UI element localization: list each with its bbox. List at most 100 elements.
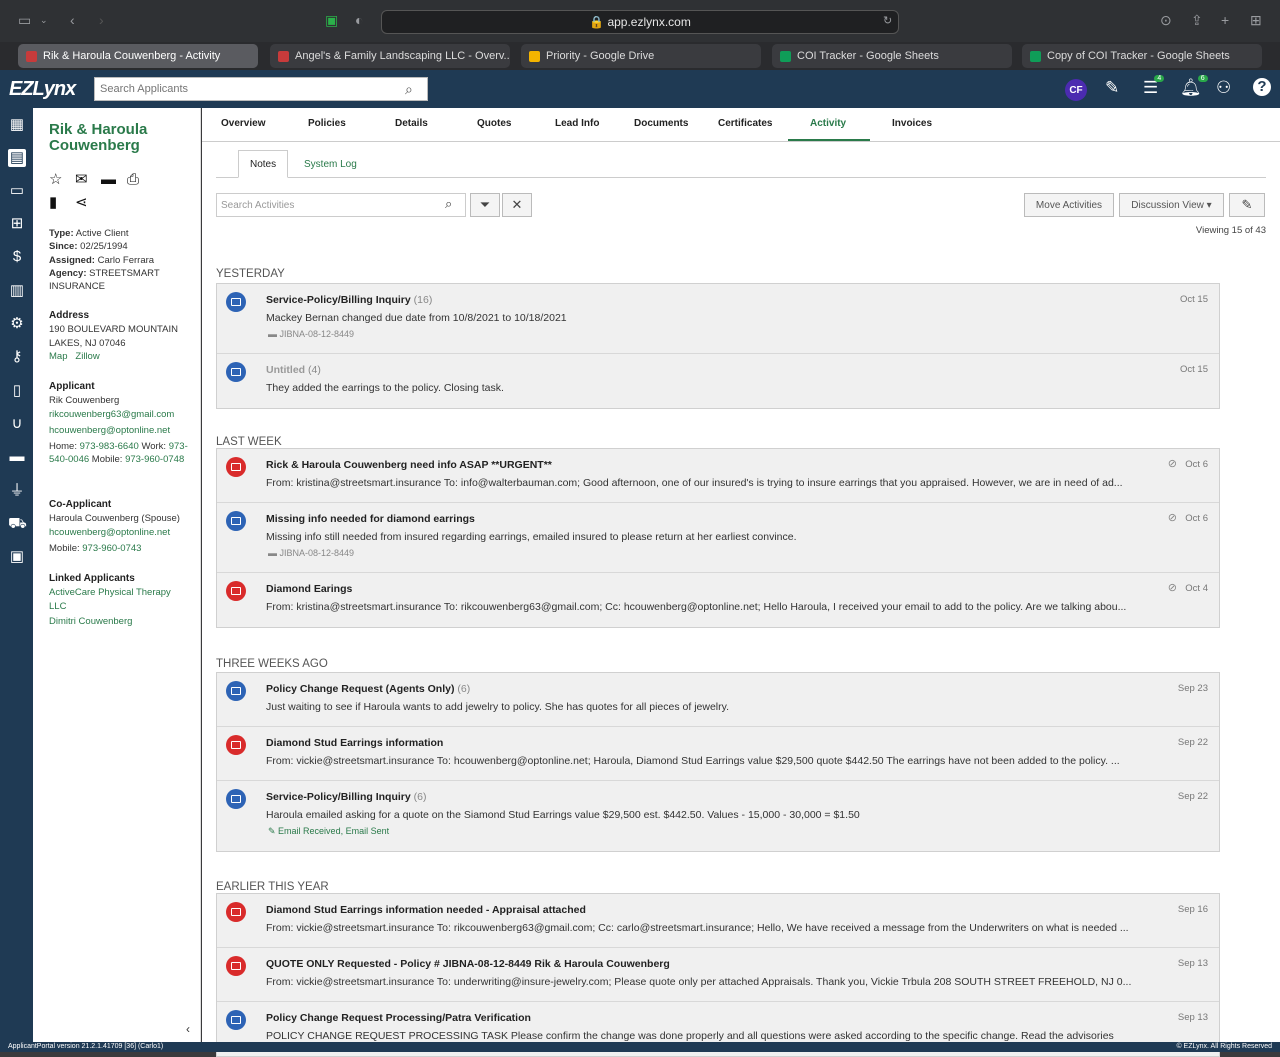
zillow-link[interactable]: Zillow <box>75 351 99 362</box>
logo[interactable]: EZLynx <box>9 78 76 101</box>
home-phone-link[interactable]: 973-983-6640 <box>80 441 139 452</box>
filter-button[interactable]: ⏷ <box>470 193 500 217</box>
activity-item[interactable]: Rick & Haroula Couwenberg need info ASAP… <box>217 449 1219 503</box>
browser-tab-coi-copy[interactable]: Copy of COI Tracker - Google Sheets <box>1022 44 1262 68</box>
tab-quotes[interactable]: Quotes <box>477 118 511 129</box>
activity-title[interactable]: Service-Policy/Billing Inquiry (6) <box>266 791 426 803</box>
help-icon[interactable]: ? <box>1253 78 1271 96</box>
activity-tag[interactable]: ✎ Email Received, Email Sent <box>268 826 389 837</box>
applicant-email2-link[interactable]: hcouwenberg@optonline.net <box>49 424 199 437</box>
plug-icon[interactable]: ⏚ <box>8 482 26 500</box>
applicant-search-input[interactable] <box>94 77 428 101</box>
new-note-button[interactable]: ✎ <box>1229 193 1265 217</box>
tasks-icon[interactable]: ☰ 4 <box>1143 75 1165 98</box>
activity-title[interactable]: Missing info needed for diamond earrings <box>266 513 475 525</box>
tab-policies[interactable]: Policies <box>308 118 346 129</box>
bell-icon[interactable]: 🔔︎ 6 <box>1180 75 1208 98</box>
activity-item[interactable]: Diamond Earings From: kristina@streetsmar… <box>217 573 1219 627</box>
tab-documents[interactable]: Documents <box>634 118 688 129</box>
activity-item[interactable]: QUOTE ONLY Requested - Policy # JIBNA-08… <box>217 948 1219 1002</box>
activity-tag[interactable]: ▬ JIBNA-08-12-8449 <box>268 329 354 339</box>
star-icon[interactable]: ☆ <box>49 170 75 192</box>
activity-title[interactable]: Rick & Haroula Couwenberg need info ASAP… <box>266 459 552 471</box>
chat-icon[interactable]: ▬ <box>101 171 127 193</box>
search-icon[interactable]: ⌕ <box>445 196 452 212</box>
sidebar-toggle-icon[interactable]: ▭ <box>18 12 31 29</box>
settings-icon[interactable]: ⚙ <box>8 315 26 333</box>
tab-details[interactable]: Details <box>395 118 428 129</box>
print-icon[interactable]: ⎙ <box>127 171 153 193</box>
subtab-system-log[interactable]: System Log <box>293 150 368 178</box>
linked-applicant-link[interactable]: ActiveCare Physical Therapy LLC <box>49 586 184 613</box>
magnet-icon[interactable]: ∪ <box>8 415 26 433</box>
activity-title[interactable]: Policy Change Request Processing/Patra V… <box>266 1012 531 1024</box>
browser-tab-coi[interactable]: COI Tracker - Google Sheets <box>772 44 1012 68</box>
clear-button[interactable]: ✕ <box>502 193 532 217</box>
activity-item[interactable]: Service-Policy/Billing Inquiry (6) Haroul… <box>217 781 1219 851</box>
activity-body: Missing info still needed from insured r… <box>266 531 797 543</box>
subtab-notes[interactable]: Notes <box>238 150 289 178</box>
briefcase-icon[interactable]: ▬ <box>8 448 26 466</box>
key-icon[interactable]: ⚷ <box>8 348 26 366</box>
chevron-down-icon[interactable]: ⌄ <box>40 15 48 26</box>
activity-title[interactable]: Policy Change Request (Agents Only) (6) <box>266 683 470 695</box>
dashboard-icon[interactable]: ▦ <box>8 116 26 134</box>
applicant-email-link[interactable]: rikcouwenberg63@gmail.com <box>49 408 199 421</box>
id-card-icon[interactable]: ▣ <box>8 548 26 566</box>
avatar[interactable]: CF <box>1065 79 1087 101</box>
discussion-view-dropdown[interactable]: Discussion View ▾ <box>1119 193 1224 217</box>
activity-search-input[interactable]: Search Activities <box>216 193 466 217</box>
browser-tab-drive[interactable]: Priority - Google Drive <box>521 44 761 68</box>
linked-applicant-link[interactable]: Dimitri Couwenberg <box>49 615 199 628</box>
extension-icon[interactable]: ▣ <box>325 12 338 29</box>
network-icon[interactable]: ⚇ <box>1216 78 1231 98</box>
tab-certificates[interactable]: Certificates <box>718 118 772 129</box>
browser-tab-activity[interactable]: Rik & Haroula Couwenberg - Activity <box>18 44 258 68</box>
activity-tag[interactable]: ▬ JIBNA-08-12-8449 <box>268 548 354 558</box>
dollar-doc-icon[interactable]: ▮ <box>49 193 75 215</box>
activity-title[interactable]: Diamond Stud Earrings information <box>266 737 443 749</box>
coapplicant-email-link[interactable]: hcouwenberg@optonline.net <box>49 526 199 539</box>
share-icon[interactable]: ⋖ <box>75 193 101 215</box>
magic-wand-icon[interactable]: ✎ <box>1105 78 1119 98</box>
download-icon[interactable]: ⊙ <box>1160 12 1172 29</box>
forward-icon[interactable]: › <box>99 12 104 28</box>
map-link[interactable]: Map <box>49 351 67 362</box>
activity-item[interactable]: Service-Policy/Billing Inquiry (16) Macke… <box>217 284 1219 354</box>
activity-title[interactable]: Untitled (4) <box>266 364 321 376</box>
reload-icon[interactable]: ↻ <box>883 14 892 27</box>
mobile-phone-link[interactable]: 973-960-0748 <box>125 454 184 465</box>
activity-title[interactable]: Diamond Stud Earrings information needed… <box>266 904 586 916</box>
activity-title[interactable]: Service-Policy/Billing Inquiry (16) <box>266 294 432 306</box>
contacts-icon[interactable]: ▤ <box>8 149 26 167</box>
tab-activity[interactable]: Activity <box>810 118 846 129</box>
collapse-sidebar-icon[interactable]: ‹ <box>186 1022 190 1036</box>
tab-invoices[interactable]: Invoices <box>892 118 932 129</box>
reports-icon[interactable]: ▥ <box>8 282 26 300</box>
new-tab-icon[interactable]: + <box>1221 12 1229 28</box>
activity-title[interactable]: QUOTE ONLY Requested - Policy # JIBNA-08… <box>266 958 670 970</box>
address-bar[interactable]: 🔒 app.ezlynx.com <box>381 10 899 34</box>
activity-item[interactable]: Missing info needed for diamond earrings… <box>217 503 1219 573</box>
activity-item[interactable]: Policy Change Request (Agents Only) (6) J… <box>217 673 1219 727</box>
tab-overview-icon[interactable]: ⊞ <box>1250 12 1262 29</box>
book-icon[interactable]: ▯ <box>8 382 26 400</box>
search-icon[interactable]: ⌕ <box>405 81 413 98</box>
activity-item[interactable]: Untitled (4) They added the earrings to t… <box>217 354 1219 408</box>
coapp-mobile-link[interactable]: 973-960-0743 <box>82 543 141 554</box>
shield-icon[interactable]: ◐ <box>355 12 363 28</box>
email-icon[interactable]: ✉ <box>75 170 101 192</box>
billing-icon[interactable]: $ <box>8 248 26 266</box>
org-chart-icon[interactable]: ⊞ <box>8 215 26 233</box>
tab-lead-info[interactable]: Lead Info <box>555 118 599 129</box>
tab-overview[interactable]: Overview <box>221 118 265 129</box>
activity-item[interactable]: Diamond Stud Earrings information needed… <box>217 894 1219 948</box>
move-activities-button[interactable]: Move Activities <box>1024 193 1114 217</box>
activity-title[interactable]: Diamond Earings <box>266 583 352 595</box>
cart-icon[interactable]: ⛟ <box>8 515 27 533</box>
browser-tab-landscaping[interactable]: Angel's & Family Landscaping LLC - Overv… <box>270 44 510 68</box>
folder-icon[interactable]: ▭ <box>8 182 26 200</box>
share-icon[interactable]: ⇪ <box>1191 12 1203 29</box>
activity-item[interactable]: Diamond Stud Earrings information From: v… <box>217 727 1219 781</box>
back-icon[interactable]: ‹ <box>70 12 75 28</box>
